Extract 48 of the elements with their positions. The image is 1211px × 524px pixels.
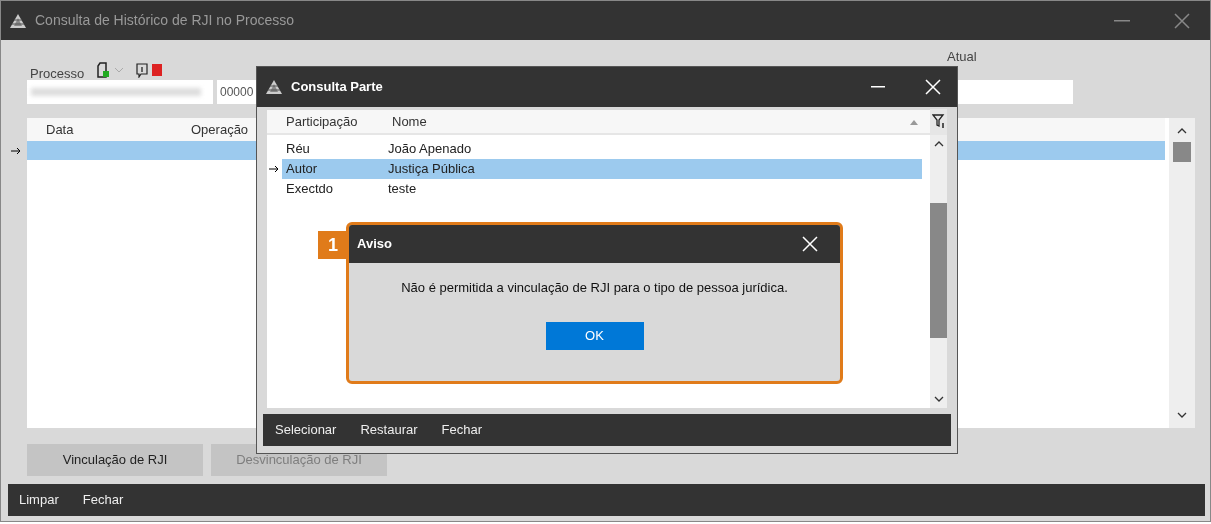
- scroll-down-icon[interactable]: [933, 396, 944, 402]
- footer-button[interactable]: Selecionar: [275, 420, 337, 440]
- column-header[interactable]: Data: [46, 119, 191, 140]
- field-label: Atual: [947, 49, 977, 65]
- table-cell-text: Réu: [285, 140, 311, 159]
- column-header[interactable]: Nome: [392, 111, 427, 132]
- table-row[interactable]: Réu João Apenado: [282, 139, 922, 159]
- arrow-right-icon: [11, 146, 21, 155]
- scrollbar[interactable]: [1169, 118, 1195, 428]
- dialog-title: Consulta Parte: [291, 78, 383, 97]
- arrow-right-icon: [269, 165, 279, 173]
- footer-button[interactable]: Fechar: [82, 490, 124, 510]
- alert-message: Não é permitida a vinculação de RJI para o tipo de pessoa jurídica.: [401, 279, 788, 297]
- scroll-up-icon[interactable]: [933, 141, 944, 147]
- action-button[interactable]: Vinculação de RJI: [27, 444, 203, 476]
- filter-icon: [932, 114, 945, 129]
- alert-title: Aviso: [357, 235, 392, 254]
- logo-icon: [265, 79, 283, 95]
- footer-button[interactable]: Restaurar: [360, 420, 418, 440]
- column-header[interactable]: Participação: [286, 111, 392, 132]
- process-number-field[interactable]: 00000: [217, 80, 256, 104]
- footer-button[interactable]: Fechar: [441, 420, 482, 440]
- minimize-icon[interactable]: [1114, 19, 1130, 22]
- scroll-down-icon[interactable]: [1177, 412, 1187, 418]
- minimize-icon[interactable]: [871, 86, 885, 88]
- table-cell-text: Autor: [285, 160, 319, 179]
- status-square: [152, 64, 163, 76]
- document-icon[interactable]: [96, 62, 111, 78]
- sort-up-icon[interactable]: [910, 118, 918, 125]
- step-badge: 1: [318, 231, 348, 259]
- logo-icon: [9, 12, 27, 29]
- table-row[interactable]: Exectdo teste: [282, 179, 922, 199]
- scrollbar-thumb[interactable]: [930, 203, 947, 338]
- scrollbar-thumb[interactable]: [1173, 142, 1191, 162]
- column-header[interactable]: Operação: [191, 119, 249, 140]
- table-cell-text: Exectdo: [285, 180, 334, 199]
- scrollbar[interactable]: [930, 135, 947, 408]
- table-cell-text: teste: [388, 180, 417, 199]
- scroll-up-icon[interactable]: [1177, 128, 1187, 134]
- window-title: Consulta de Histórico de RJI no Processo: [35, 11, 295, 30]
- info-icon[interactable]: [136, 62, 149, 78]
- table-cell-text: Justiça Pública: [388, 160, 475, 179]
- ok-button[interactable]: OK: [545, 321, 644, 350]
- rji-field[interactable]: [958, 80, 1073, 104]
- field-label: Processo: [30, 66, 85, 82]
- filter-button[interactable]: [930, 109, 947, 134]
- footer-button[interactable]: Limpar: [19, 490, 59, 510]
- table-cell-text: João Apenado: [388, 140, 472, 159]
